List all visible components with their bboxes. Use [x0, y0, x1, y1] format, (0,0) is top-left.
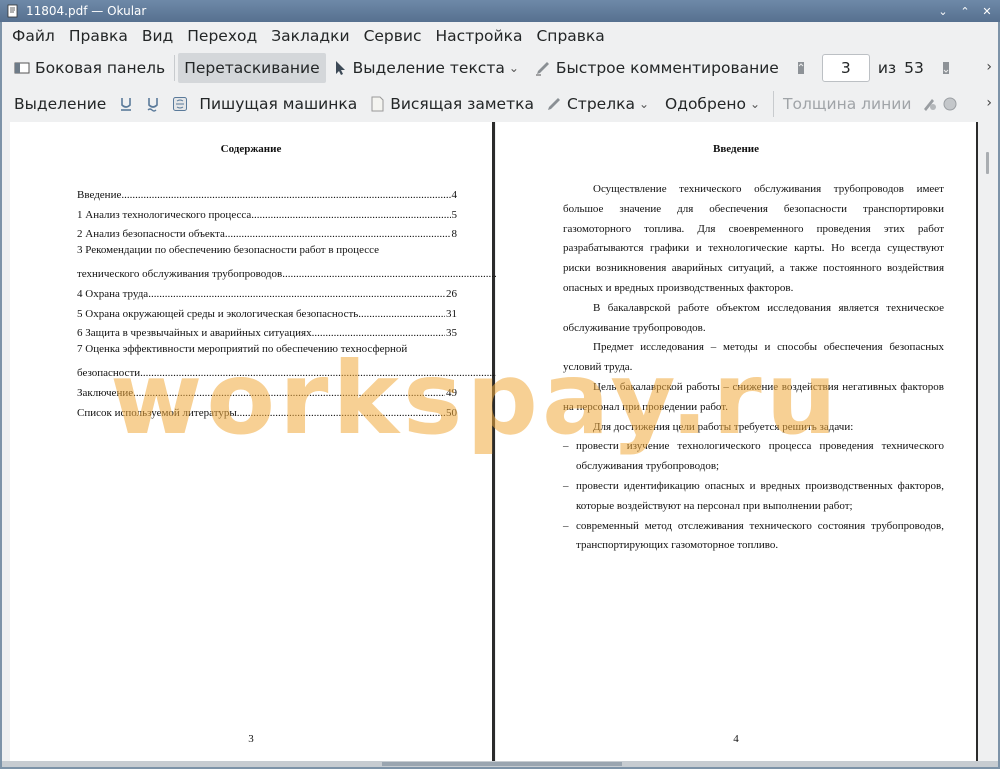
- underline-icon[interactable]: [118, 96, 134, 112]
- toc-entry[interactable]: 4 Охрана труда26: [77, 281, 457, 301]
- highlight-tool-button[interactable]: Выделение: [8, 89, 112, 119]
- vertical-scrollbar[interactable]: [978, 122, 998, 767]
- task-list-item: – провести идентификацию опасных и вредны…: [563, 479, 944, 512]
- menu-edit[interactable]: Правка: [63, 27, 136, 45]
- main-toolbar: Боковая панель Перетаскивание Выделение …: [2, 50, 998, 86]
- toc-entry[interactable]: 5 Охрана окружающей среды и экологическа…: [77, 301, 457, 321]
- window-titlebar[interactable]: 11804.pdf — Okular ⌄ ⌃ ✕: [0, 0, 1000, 22]
- toc-entry[interactable]: Введение4: [77, 182, 457, 202]
- minimize-button[interactable]: ⌄: [934, 2, 952, 20]
- horizontal-scrollbar[interactable]: [2, 761, 998, 767]
- sidebar-toggle-label: Боковая панель: [35, 59, 166, 77]
- task-list-item: – современный метод отслеживания техничес…: [563, 519, 944, 552]
- document-viewer[interactable]: Содержание Введение4 1 Анализ технологич…: [2, 122, 998, 767]
- okular-window: Файл Правка Вид Переход Закладки Сервис …: [2, 22, 998, 767]
- next-page-icon[interactable]: [938, 60, 954, 76]
- strikeout-icon[interactable]: [172, 96, 188, 112]
- sidebar-toggle-button[interactable]: Боковая панель: [8, 53, 171, 83]
- popup-note-tool-label: Висящая заметка: [390, 95, 534, 113]
- line-width-label: Толщина линии: [783, 95, 912, 113]
- color-palette-icon[interactable]: [921, 96, 937, 112]
- menu-go[interactable]: Переход: [181, 27, 265, 45]
- menu-bar: Файл Правка Вид Переход Закладки Сервис …: [2, 22, 998, 50]
- highlight-tool-label: Выделение: [14, 95, 107, 113]
- stamp-tool-label: Одобрено: [665, 95, 746, 113]
- opacity-icon[interactable]: [942, 96, 958, 112]
- toolbar-separator: [174, 55, 176, 81]
- sidebar-icon: [14, 62, 30, 74]
- close-button[interactable]: ✕: [978, 2, 996, 20]
- toc-entry[interactable]: Список используемой литературы50: [77, 400, 457, 420]
- quick-annotate-label: Быстрое комментирование: [555, 59, 779, 77]
- arrow-tool-label: Стрелка: [566, 95, 635, 113]
- chevron-down-icon[interactable]: ⌄: [639, 97, 649, 111]
- pdf-page-4: Введение Осуществление технического обсл…: [496, 122, 976, 762]
- toc-entry[interactable]: 2 Анализ безопасности объекта8: [77, 222, 457, 242]
- toc-entry[interactable]: 7 Оценка эффективности мероприятий по об…: [77, 340, 697, 380]
- pdf-page-3: Содержание Введение4 1 Анализ технологич…: [10, 122, 839, 762]
- scrollbar-thumb[interactable]: [986, 152, 989, 174]
- pen-icon: [547, 98, 560, 110]
- typewriter-tool-label: Пишущая машинка: [199, 95, 358, 113]
- table-of-contents: Введение4 1 Анализ технологического проц…: [77, 182, 839, 420]
- squiggle-underline-icon[interactable]: [145, 96, 161, 112]
- page-border: [492, 122, 495, 762]
- line-width-button[interactable]: Толщина линии: [777, 89, 917, 119]
- intro-paragraph: В бакалаврской работе объектом исследова…: [563, 301, 944, 334]
- intro-paragraph: Предмет исследования – методы и способы …: [563, 341, 944, 374]
- window-title: 11804.pdf — Okular: [26, 4, 147, 18]
- scrollbar-thumb[interactable]: [382, 762, 622, 766]
- chevron-down-icon[interactable]: ⌄: [750, 97, 760, 111]
- menu-view[interactable]: Вид: [136, 27, 181, 45]
- annotate-pen-icon: [535, 62, 549, 76]
- maximize-button[interactable]: ⌃: [956, 2, 974, 20]
- toolbar-overflow-chevron-icon[interactable]: ›: [986, 59, 992, 75]
- toc-entry[interactable]: 1 Анализ технологического процесса5: [77, 202, 457, 222]
- previous-page-icon[interactable]: [793, 60, 809, 76]
- menu-file[interactable]: Файл: [6, 27, 63, 45]
- task-list-item: – провести изучение технологического проц…: [563, 440, 944, 473]
- note-icon: [371, 96, 384, 112]
- typewriter-tool-button[interactable]: Пишущая машинка: [193, 89, 363, 119]
- toolbar-separator: [773, 91, 775, 117]
- arrow-tool-button[interactable]: Стрелка ⌄: [540, 89, 659, 119]
- annotation-toolbar: Выделение Пишущая машинка Висящая заметк…: [2, 86, 998, 122]
- browse-tool-button[interactable]: Перетаскивание: [178, 53, 326, 83]
- page-number-input[interactable]: 3: [821, 54, 870, 82]
- okular-app-icon: [7, 4, 18, 18]
- page-of-label: из: [877, 59, 897, 77]
- menu-bookmarks[interactable]: Закладки: [265, 27, 357, 45]
- intro-paragraph: Осуществление технического обслуживания …: [563, 183, 944, 294]
- menu-tools[interactable]: Сервис: [358, 27, 430, 45]
- browse-tool-label: Перетаскивание: [184, 59, 320, 77]
- toc-heading: Содержание: [220, 143, 282, 155]
- text-select-tool-button[interactable]: Выделение текста ⌄: [326, 53, 529, 83]
- total-pages-label: 53: [904, 59, 924, 77]
- toolbar-overflow-chevron-icon[interactable]: ›: [986, 95, 992, 111]
- intro-body: Осуществление технического обслуживания …: [563, 180, 944, 556]
- intro-paragraph: Для достижения цели работы требуется реш…: [593, 420, 854, 433]
- toc-entry[interactable]: Заключение49: [77, 380, 457, 400]
- page-number: 4: [733, 733, 739, 745]
- popup-note-tool-button[interactable]: Висящая заметка: [363, 89, 540, 119]
- toc-entry[interactable]: 3 Рекомендации по обеспечению безопаснос…: [77, 241, 839, 281]
- menu-help[interactable]: Справка: [530, 27, 612, 45]
- intro-heading: Введение: [712, 143, 760, 155]
- page-number: 3: [248, 733, 254, 745]
- toc-entry[interactable]: 6 Защита в чрезвычайных и аварийных ситу…: [77, 321, 457, 341]
- menu-settings[interactable]: Настройка: [430, 27, 531, 45]
- intro-paragraph: Цель бакалаврской работы – снижение возд…: [563, 380, 944, 413]
- text-select-label: Выделение текста: [352, 59, 505, 77]
- stamp-tool-button[interactable]: Одобрено ⌄: [659, 89, 770, 119]
- chevron-down-icon[interactable]: ⌄: [509, 61, 519, 75]
- quick-annotate-button[interactable]: Быстрое комментирование: [529, 53, 785, 83]
- cursor-icon: [335, 61, 345, 75]
